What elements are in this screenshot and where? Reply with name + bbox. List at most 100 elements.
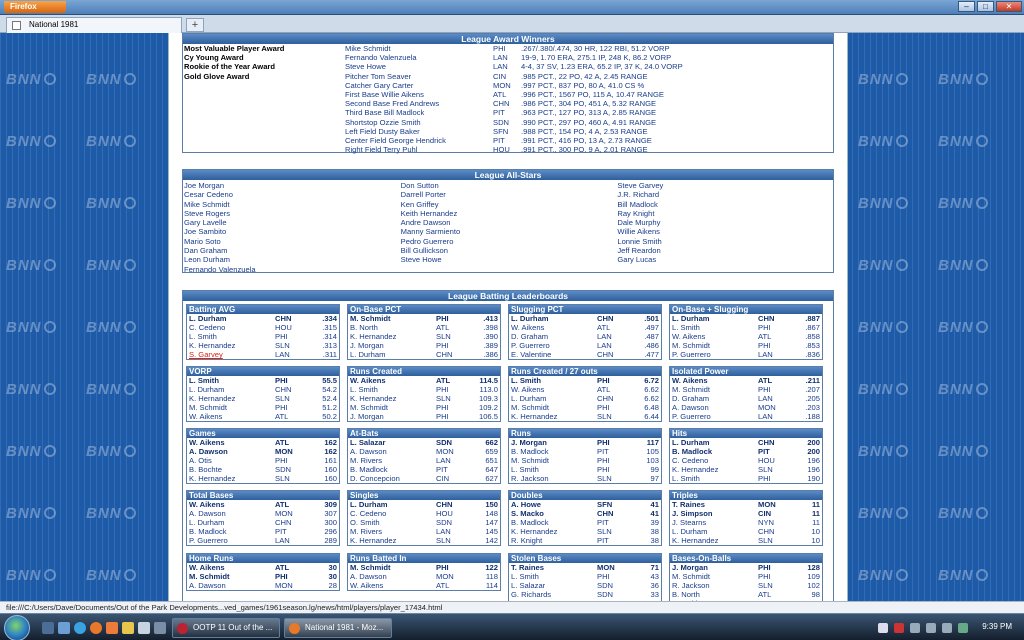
team-link[interactable]: ATL — [758, 332, 790, 341]
player-link[interactable]: A. Otis — [189, 456, 275, 465]
player-link[interactable]: W. Aikens — [189, 500, 275, 509]
tray-app-icon[interactable] — [894, 623, 904, 633]
player-link[interactable]: M. Schmidt — [672, 385, 758, 394]
player-link[interactable]: M. Schmidt — [189, 403, 275, 412]
player-link[interactable]: L. Durham — [511, 394, 597, 403]
player-link[interactable]: W. Aikens — [511, 323, 597, 332]
team-link[interactable]: PHI — [758, 385, 790, 394]
player-link[interactable]: L. Smith — [350, 385, 436, 394]
award-winner-link[interactable]: Catcher Gary Carter — [345, 81, 493, 90]
all-star-player-link[interactable]: Mike Schmidt — [183, 200, 400, 209]
player-link[interactable]: T. Raines — [672, 500, 758, 509]
all-star-player-link[interactable]: Gary Lavelle — [183, 218, 400, 227]
award-winner-link[interactable]: Mike Schmidt — [345, 44, 493, 53]
player-link[interactable]: A. Dawson — [350, 447, 436, 456]
team-link[interactable]: SLN — [597, 412, 629, 421]
team-link[interactable]: PHI — [758, 474, 790, 483]
internet-explorer-icon[interactable] — [74, 622, 86, 634]
team-link[interactable]: LAN — [436, 456, 468, 465]
player-link[interactable]: L. Durham — [672, 314, 758, 323]
player-link[interactable]: M. Schmidt — [350, 403, 436, 412]
all-star-player-link[interactable]: Joe Sambito — [183, 227, 400, 236]
player-link[interactable]: B. Madlock — [189, 527, 275, 536]
award-team-link[interactable]: ATL — [493, 90, 521, 99]
all-star-player-link[interactable]: Andre Dawson — [400, 218, 617, 227]
player-link[interactable]: T. Raines — [511, 563, 597, 572]
new-tab-button[interactable]: + — [186, 18, 204, 32]
award-winner-link[interactable]: Left Field Dusty Baker — [345, 127, 493, 136]
player-link[interactable]: D. Concepcion — [350, 474, 436, 483]
player-link[interactable]: A. Dawson — [189, 509, 275, 518]
team-link[interactable]: ATL — [436, 323, 468, 332]
team-link[interactable]: PHI — [597, 376, 629, 385]
team-link[interactable]: SDN — [436, 438, 468, 447]
all-star-player-link[interactable]: Dale Murphy — [616, 218, 833, 227]
player-link[interactable]: J. Simpson — [672, 509, 758, 518]
tab-national-1981[interactable]: National 1981 — [6, 17, 182, 33]
team-link[interactable]: ATL — [275, 563, 307, 572]
all-star-player-link[interactable]: Darrell Porter — [400, 190, 617, 199]
player-link[interactable]: B. Madlock — [350, 465, 436, 474]
award-winner-link[interactable]: Right Field Terry Puhl — [345, 145, 493, 154]
close-button[interactable]: ✕ — [996, 1, 1022, 12]
player-link[interactable]: O. Smith — [350, 518, 436, 527]
team-link[interactable]: PHI — [758, 341, 790, 350]
media-player-icon[interactable] — [106, 622, 118, 634]
team-link[interactable]: CHN — [436, 500, 468, 509]
team-link[interactable]: SFN — [597, 500, 629, 509]
team-link[interactable]: HOU — [275, 323, 307, 332]
player-link[interactable]: W. Aikens — [672, 332, 758, 341]
all-star-player-link[interactable]: Don Sutton — [400, 181, 617, 190]
team-link[interactable]: CHN — [275, 518, 307, 527]
award-team-link[interactable]: CIN — [493, 72, 521, 81]
team-link[interactable]: SLN — [758, 465, 790, 474]
award-team-link[interactable]: LAN — [493, 53, 521, 62]
all-star-player-link[interactable]: Dan Graham — [183, 246, 400, 255]
start-button-icon[interactable] — [4, 615, 30, 640]
team-link[interactable]: HOU — [758, 456, 790, 465]
award-team-link[interactable]: SDN — [493, 118, 521, 127]
player-link[interactable]: J. Morgan — [350, 412, 436, 421]
player-link[interactable]: L. Smith — [672, 323, 758, 332]
player-link[interactable]: A. Dawson — [189, 447, 275, 456]
team-link[interactable]: PHI — [275, 376, 307, 385]
team-link[interactable]: MON — [436, 447, 468, 456]
award-winner-link[interactable]: Steve Howe — [345, 62, 493, 71]
player-link[interactable]: W. Aikens — [350, 376, 436, 385]
team-link[interactable]: PHI — [597, 438, 629, 447]
player-link[interactable]: S. Macko — [511, 509, 597, 518]
team-link[interactable]: CIN — [758, 509, 790, 518]
team-link[interactable]: PHI — [275, 332, 307, 341]
team-link[interactable]: PIT — [597, 536, 629, 545]
team-link[interactable]: LAN — [597, 341, 629, 350]
all-star-player-link[interactable]: Lonnie Smith — [616, 237, 833, 246]
power-icon[interactable] — [958, 623, 968, 633]
team-link[interactable]: SLN — [758, 536, 790, 545]
team-link[interactable]: PHI — [597, 572, 629, 581]
team-link[interactable]: SLN — [436, 536, 468, 545]
show-hidden-icons-icon[interactable] — [878, 623, 888, 633]
team-link[interactable]: SDN — [597, 590, 629, 599]
maximize-button[interactable]: □ — [977, 1, 994, 12]
player-link[interactable]: W. Aikens — [189, 563, 275, 572]
network-icon[interactable] — [910, 623, 920, 633]
team-link[interactable]: PHI — [436, 341, 468, 350]
award-team-link[interactable]: LAN — [493, 62, 521, 71]
award-team-link[interactable]: MON — [493, 81, 521, 90]
player-link[interactable]: L. Durham — [189, 518, 275, 527]
team-link[interactable]: ATL — [597, 385, 629, 394]
team-link[interactable]: SLN — [758, 581, 790, 590]
team-link[interactable]: PIT — [597, 447, 629, 456]
all-star-player-link[interactable]: Bill Gullickson — [400, 246, 617, 255]
award-team-link[interactable]: CHN — [493, 99, 521, 108]
player-link[interactable]: W. Aikens — [672, 376, 758, 385]
all-star-player-link[interactable]: Cesar Cedeno — [183, 190, 400, 199]
team-link[interactable]: PHI — [436, 563, 468, 572]
all-star-player-link[interactable]: Manny Sarmiento — [400, 227, 617, 236]
all-star-player-link[interactable]: Willie Aikens — [616, 227, 833, 236]
team-link[interactable]: PIT — [597, 518, 629, 527]
tray-app-icon[interactable] — [926, 623, 936, 633]
player-link[interactable]: K. Hernandez — [511, 527, 597, 536]
team-link[interactable]: MON — [597, 563, 629, 572]
award-winner-link[interactable]: Third Base Bill Madlock — [345, 108, 493, 117]
